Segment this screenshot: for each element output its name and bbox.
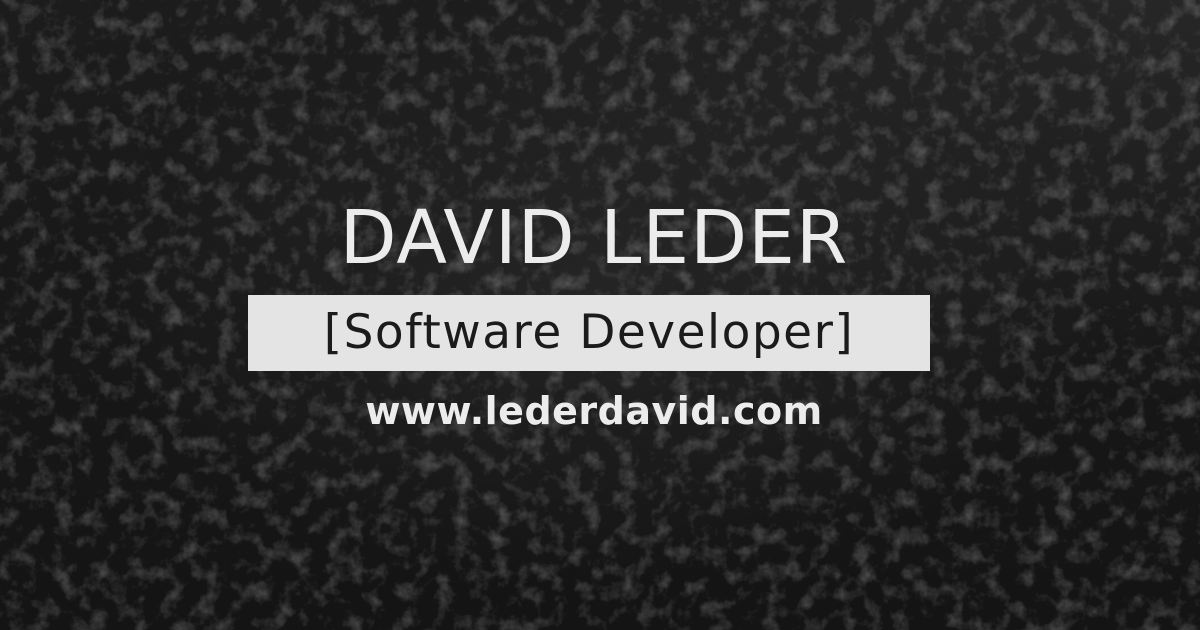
job-title: [Software Developer] [323,305,855,360]
website-url: www.lederdavid.com [365,389,823,433]
author-name: DAVID LEDER [339,195,849,281]
title-card: DAVID LEDER [Software Developer] www.led… [0,0,1200,630]
